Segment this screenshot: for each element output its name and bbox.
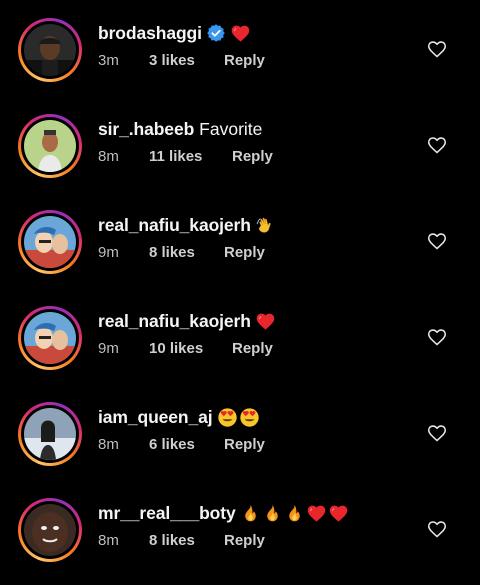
- likes-count-link[interactable]: 8 likes: [149, 244, 195, 261]
- fire-icon: [262, 503, 283, 524]
- comment-username[interactable]: mr__real___boty: [98, 503, 236, 524]
- comment-text: Favorite: [199, 118, 263, 139]
- comment-username[interactable]: real_nafiu_kaojerh: [98, 215, 251, 236]
- likes-count-link[interactable]: 6 likes: [149, 436, 195, 453]
- reply-button[interactable]: Reply: [224, 436, 265, 453]
- likes-count-link[interactable]: 10 likes: [149, 340, 203, 357]
- comment-item: iam_queen_aj 8m 6 likes Reply: [0, 384, 480, 480]
- red-heart-icon: [255, 311, 276, 332]
- avatar[interactable]: [18, 306, 82, 370]
- avatar[interactable]: [18, 18, 82, 82]
- avatar[interactable]: [18, 402, 82, 466]
- reply-button[interactable]: Reply: [224, 52, 265, 69]
- comment-time: 8m: [98, 436, 119, 453]
- comment-item: brodashaggi 3m 3 likes Reply: [0, 0, 480, 96]
- red-heart-icon: [328, 503, 349, 524]
- reply-button[interactable]: Reply: [224, 532, 265, 549]
- avatar[interactable]: [18, 114, 82, 178]
- comment-username[interactable]: sir_.habeeb: [98, 119, 194, 140]
- comment-time: 9m: [98, 340, 119, 357]
- like-comment-heart-icon[interactable]: [426, 422, 448, 444]
- red-heart-icon: [230, 23, 251, 44]
- comment-time: 8m: [98, 532, 119, 549]
- comment-emojis: [255, 311, 276, 332]
- avatar[interactable]: [18, 210, 82, 274]
- waving-hand-icon: [255, 215, 276, 236]
- comment-emojis: [240, 503, 349, 524]
- comment-item: mr__real___boty 8m 8 likes Reply: [0, 480, 480, 576]
- heart-eyes-icon: [217, 407, 238, 428]
- comment-emojis: [255, 215, 276, 236]
- reply-button[interactable]: Reply: [232, 340, 273, 357]
- comments-list: brodashaggi 3m 3 likes Reply sir_.habeeb Favo…: [0, 0, 480, 585]
- heart-eyes-icon: [239, 407, 260, 428]
- comment-item: sir_.habeeb Favorite 8m 11 likes Reply: [0, 96, 480, 192]
- like-comment-heart-icon[interactable]: [426, 230, 448, 252]
- like-comment-heart-icon[interactable]: [426, 134, 448, 156]
- comment-emojis: [217, 407, 260, 428]
- avatar[interactable]: [18, 498, 82, 562]
- comment-time: 9m: [98, 244, 119, 261]
- reply-button[interactable]: Reply: [224, 244, 265, 261]
- comment-username[interactable]: real_nafiu_kaojerh: [98, 311, 251, 332]
- verified-badge-icon: [206, 23, 226, 43]
- comment-item: real_nafiu_kaojerh 9m 10 likes Reply: [0, 288, 480, 384]
- likes-count-link[interactable]: 3 likes: [149, 52, 195, 69]
- reply-button[interactable]: Reply: [232, 148, 273, 165]
- comment-item: real_nafiu_kaojerh 9m 8 likes Reply: [0, 192, 480, 288]
- red-heart-icon: [306, 503, 327, 524]
- like-comment-heart-icon[interactable]: [426, 38, 448, 60]
- comment-time: 3m: [98, 52, 119, 69]
- comment-emojis: [230, 23, 251, 44]
- comment-time: 8m: [98, 148, 119, 165]
- likes-count-link[interactable]: 11 likes: [149, 148, 202, 165]
- like-comment-heart-icon[interactable]: [426, 518, 448, 540]
- comment-username[interactable]: iam_queen_aj: [98, 407, 213, 428]
- fire-icon: [284, 503, 305, 524]
- comment-username[interactable]: brodashaggi: [98, 23, 202, 44]
- like-comment-heart-icon[interactable]: [426, 326, 448, 348]
- fire-icon: [240, 503, 261, 524]
- likes-count-link[interactable]: 8 likes: [149, 532, 195, 549]
